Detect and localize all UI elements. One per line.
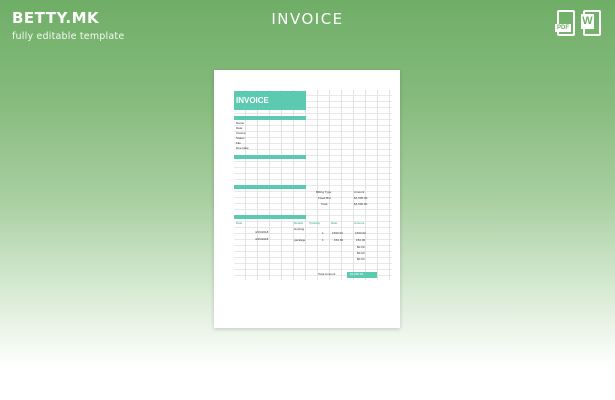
billing-total-label: Total — [321, 202, 328, 206]
row1-qty: 1 — [322, 231, 324, 235]
row2-details: package — [294, 238, 306, 242]
extra-amount-2: $0.00 — [357, 251, 365, 255]
field-status: Status — [236, 136, 245, 140]
extra-amount-3: $0.00 — [357, 257, 365, 261]
col-details: Details — [294, 221, 304, 225]
invoice-preview[interactable]: INVOICE Name Date Invoice Status File Du… — [214, 70, 400, 328]
file-format-icons: PDF W — [555, 10, 603, 36]
billing-amount-label: Amount — [354, 190, 365, 194]
section-bar-billing — [234, 185, 306, 189]
field-due-date: Due Date — [236, 146, 249, 150]
field-invoice: Invoice — [236, 131, 246, 135]
invoice-heading: INVOICE — [236, 96, 269, 105]
billing-type-label: Billing Type — [316, 190, 332, 194]
row2-amount: 152.00 — [356, 238, 366, 242]
word-file-icon[interactable]: W — [581, 10, 603, 36]
pdf-file-icon[interactable]: PDF — [555, 10, 577, 36]
field-date: Date — [236, 126, 243, 130]
field-file: File — [236, 141, 241, 145]
col-quantity: Quantity — [309, 221, 321, 225]
billing-total-value: $1,500.00 — [354, 202, 368, 206]
section-bar-to — [234, 155, 306, 159]
row2-date: 4/26/2018 — [255, 237, 269, 241]
section-bar-from — [234, 116, 306, 120]
section-bar-items — [234, 215, 306, 219]
word-label: W — [581, 14, 594, 29]
col-rate: Rate — [331, 221, 338, 225]
total-amount-value: $1,652.00 — [350, 272, 364, 276]
row1-date: 4/16/2018 — [255, 230, 269, 234]
row1-amount: 1500.00 — [355, 231, 366, 235]
pdf-label: PDF — [555, 24, 571, 32]
extra-amount-1: $0.00 — [357, 245, 365, 249]
row2-qty: 1 — [322, 238, 324, 242]
fixed-bid-label: Fixed Bid — [318, 196, 331, 200]
total-amount-label: Total Amount — [318, 272, 336, 276]
col-date: Date — [236, 221, 243, 225]
col-amount: Amount — [354, 221, 365, 225]
fixed-bid-value: $1,500.00 — [354, 196, 368, 200]
field-name: Name — [236, 121, 245, 125]
row1-details: Hosting — [294, 227, 305, 231]
row2-rate: 152.00 — [334, 238, 344, 242]
row1-rate: 1500.00 — [332, 231, 343, 235]
brand-tagline: fully editable template — [12, 31, 125, 42]
page-title: INVOICE — [271, 10, 344, 28]
